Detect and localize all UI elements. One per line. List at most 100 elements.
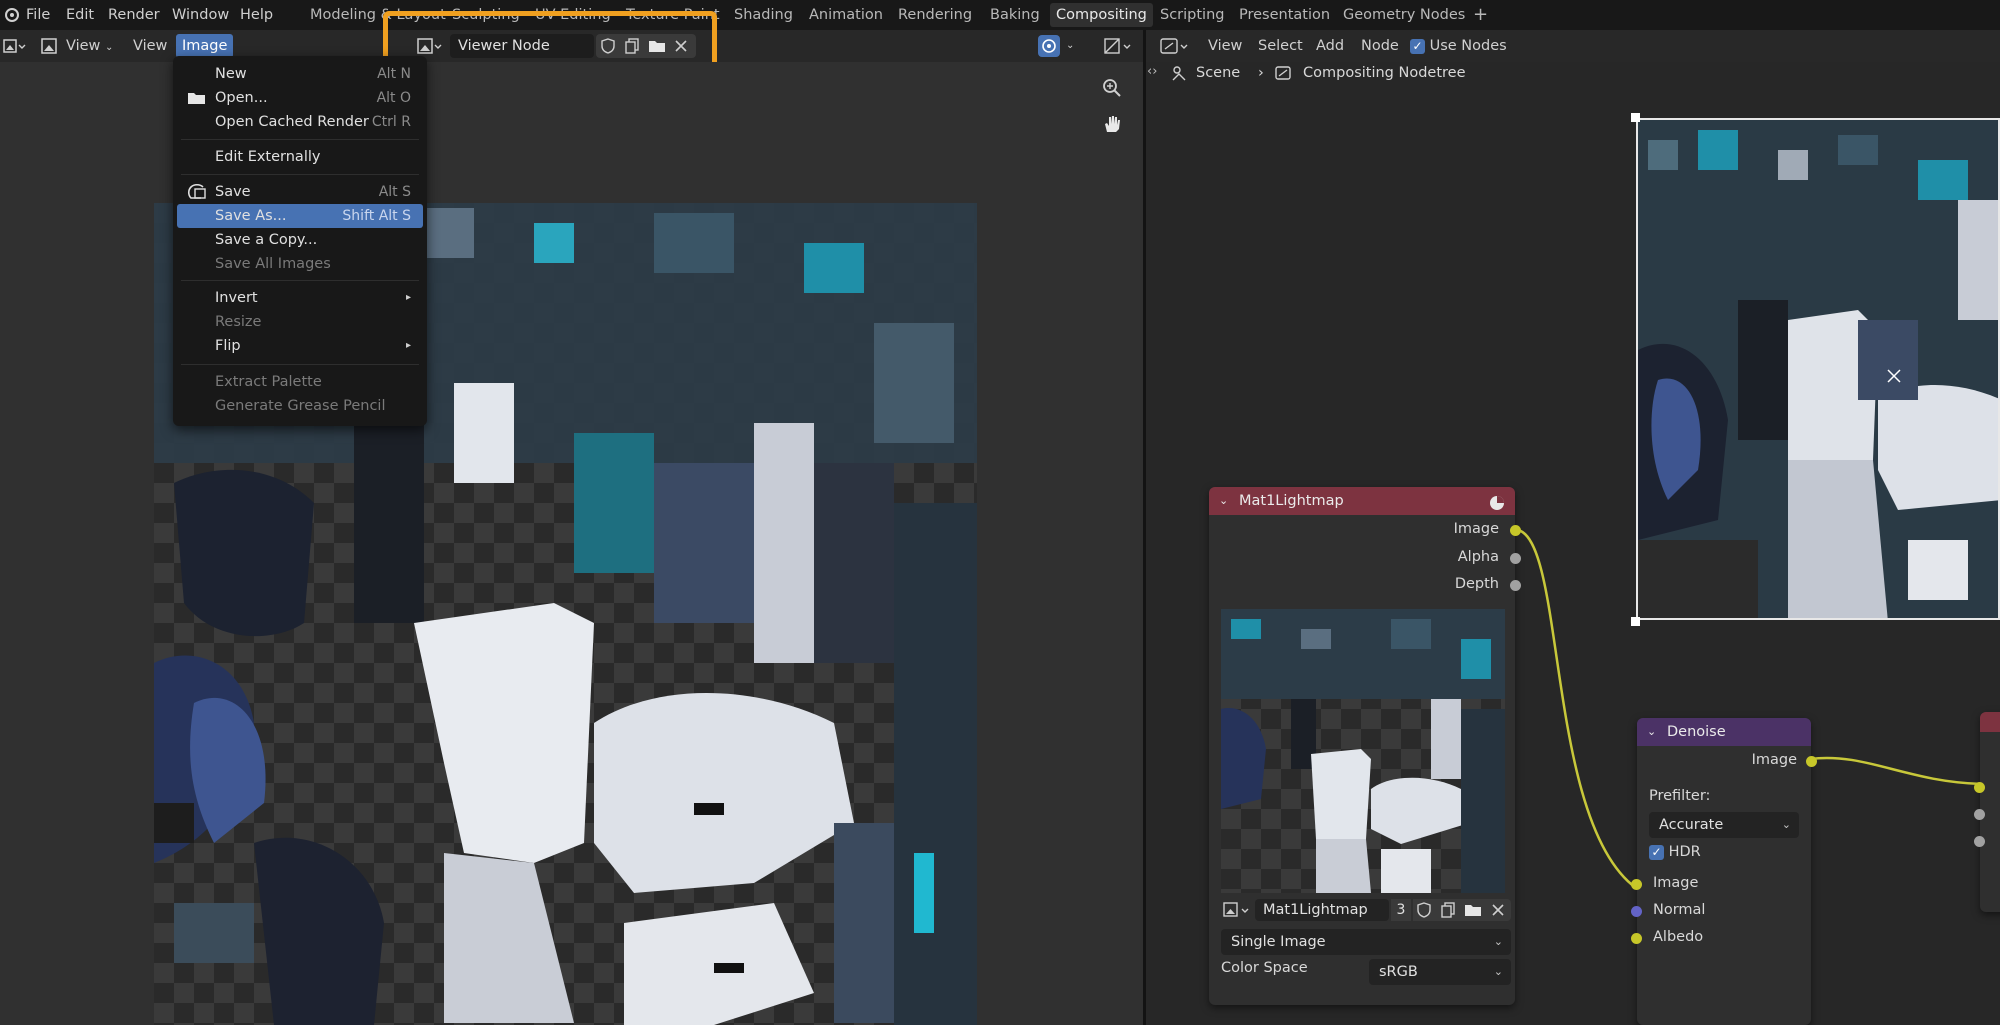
node-node-menu[interactable]: Node <box>1361 34 1399 58</box>
top-bar: File Edit Render Window Help Modeling & … <box>0 0 2000 30</box>
gizmo-toggle-icon[interactable] <box>1038 35 1060 57</box>
menu-separator <box>181 174 419 175</box>
view-menu[interactable]: View <box>133 34 167 58</box>
image-users-count: 3 <box>1391 899 1411 921</box>
prefilter-dropdown[interactable]: Accurate ⌄ <box>1649 812 1799 838</box>
collapse-chevron-icon[interactable]: ⌄ <box>1219 487 1228 515</box>
blender-logo-icon[interactable] <box>4 0 20 30</box>
image-node-header[interactable]: ⌄ Mat1Lightmap <box>1209 487 1515 515</box>
fake-user-shield-icon[interactable] <box>1415 901 1433 923</box>
node-add-menu[interactable]: Add <box>1316 34 1344 58</box>
image-menu-button[interactable]: Image <box>176 34 234 58</box>
pan-hand-icon[interactable] <box>1100 112 1124 140</box>
hdr-checkbox-icon: ✓ <box>1649 844 1664 860</box>
add-workspace-button[interactable]: + <box>1467 3 1494 27</box>
denoise-input-normal-socket[interactable] <box>1631 906 1642 917</box>
partial-node-input-socket[interactable] <box>1974 782 1985 793</box>
tab-compositing[interactable]: Compositing <box>1050 3 1153 27</box>
denoise-node-header[interactable]: ⌄ Denoise <box>1637 718 1811 746</box>
chevron-down-icon: ⌄ <box>1493 935 1503 948</box>
menu-separator <box>181 139 419 140</box>
menu-window[interactable]: Window <box>172 0 229 30</box>
menu-item-save-a-copy[interactable]: Save a Copy... <box>177 228 423 252</box>
menu-item-flip[interactable]: Flip ▸ <box>177 334 423 358</box>
menu-item-generate-grease-pencil: Generate Grease Pencil <box>215 398 386 414</box>
submenu-arrow-icon: ▸ <box>405 340 411 351</box>
menu-item-extract-palette: Extract Palette <box>215 374 322 390</box>
tab-scripting[interactable]: Scripting <box>1154 3 1230 27</box>
zoom-icon[interactable] <box>1100 76 1124 104</box>
denoise-output-image-label: Image <box>1751 752 1797 768</box>
tab-geometry-nodes[interactable]: Geometry Nodes <box>1337 3 1471 27</box>
tab-rendering[interactable]: Rendering <box>892 3 978 27</box>
partial-node-input-socket[interactable] <box>1974 809 1985 820</box>
denoise-node[interactable]: ⌄ Denoise Image Prefilter: Accurate ⌄ ✓ H… <box>1631 718 1817 1025</box>
menu-item-save-all-images: Save All Images <box>215 256 331 272</box>
denoise-input-albedo-socket[interactable] <box>1631 933 1642 944</box>
tab-shading[interactable]: Shading <box>728 3 799 27</box>
image-view-mode-icon[interactable] <box>40 34 58 58</box>
image-browse-icon[interactable] <box>1221 899 1255 925</box>
denoise-input-albedo-label: Albedo <box>1653 929 1704 945</box>
menu-item-invert[interactable]: Invert ▸ <box>177 286 423 310</box>
image-node-preview <box>1221 609 1505 893</box>
image-node[interactable]: ⌄ Mat1Lightmap Image Alpha Depth Mat1Lig… <box>1209 487 1521 1005</box>
image-node-datablock-buttons <box>1413 899 1511 921</box>
partial-node-input-socket[interactable] <box>1974 836 1985 847</box>
chevron-down-icon: ⌄ <box>1781 818 1791 831</box>
material-preview-icon[interactable] <box>1489 493 1505 521</box>
menu-item-edit-externally[interactable]: Edit Externally <box>177 145 423 169</box>
menu-render[interactable]: Render <box>108 0 160 30</box>
color-space-label: Color Space <box>1221 960 1308 976</box>
duplicate-image-icon[interactable] <box>1439 901 1457 923</box>
node-editor-type-icon[interactable] <box>1158 34 1192 58</box>
output-image-label: Image <box>1453 521 1499 537</box>
image-menu-dropdown: New Alt N Open... Alt O Open Cached Render… <box>173 56 427 426</box>
menu-item-save[interactable]: Save Alt S <box>177 180 423 204</box>
image-editor-canvas[interactable] <box>0 62 1143 1025</box>
tab-presentation[interactable]: Presentation <box>1233 3 1336 27</box>
menu-separator <box>181 280 419 281</box>
submenu-arrow-icon: ▸ <box>405 292 411 303</box>
menu-help[interactable]: Help <box>240 0 273 30</box>
tab-animation[interactable]: Animation <box>803 3 889 27</box>
partial-offscreen-node[interactable] <box>1974 712 2000 912</box>
image-source-dropdown[interactable]: Single Image ⌄ <box>1221 929 1511 955</box>
use-nodes-checkbox-icon: ✓ <box>1410 38 1425 54</box>
collapse-chevron-icon[interactable]: ⌄ <box>1647 718 1656 746</box>
menu-item-open-cached-render[interactable]: Open Cached Render Ctrl R <box>177 110 423 134</box>
node-view-menu[interactable]: View <box>1208 34 1242 58</box>
unlink-image-close-icon[interactable] <box>1489 901 1507 923</box>
denoise-node-title: Denoise <box>1667 724 1726 740</box>
output-alpha-socket[interactable] <box>1510 553 1521 564</box>
node-editor-canvas[interactable]: ‹› Scene › Compositing Nodetree ⌄ Mat1Li… <box>1146 62 2000 1025</box>
display-channels-icon[interactable] <box>1102 34 1138 58</box>
menu-edit[interactable]: Edit <box>66 0 94 30</box>
output-image-socket[interactable] <box>1510 525 1521 536</box>
denoise-output-image-socket[interactable] <box>1806 756 1817 767</box>
color-space-dropdown[interactable]: sRGB ⌄ <box>1369 959 1511 985</box>
prefilter-label: Prefilter: <box>1649 788 1711 804</box>
node-select-menu[interactable]: Select <box>1258 34 1303 58</box>
denoise-input-image-label: Image <box>1653 875 1699 891</box>
denoise-input-normal-label: Normal <box>1653 902 1706 918</box>
chevron-down-icon: ⌄ <box>1493 965 1503 978</box>
menu-file[interactable]: File <box>26 0 50 30</box>
menu-item-new[interactable]: New Alt N <box>177 62 423 86</box>
output-depth-socket[interactable] <box>1510 580 1521 591</box>
partial-node-header <box>1980 712 2000 732</box>
menu-item-save-as[interactable]: Save As... Shift Alt S <box>177 204 423 228</box>
hdr-checkbox[interactable]: ✓ HDR <box>1649 844 1701 860</box>
open-image-folder-icon[interactable] <box>1463 901 1483 923</box>
denoise-input-image-socket[interactable] <box>1631 879 1642 890</box>
use-nodes-toggle[interactable]: ✓ Use Nodes <box>1410 34 1507 58</box>
menu-item-open[interactable]: Open... Alt O <box>177 86 423 110</box>
tab-baking[interactable]: Baking <box>984 3 1046 27</box>
image-node-name-field[interactable]: Mat1Lightmap <box>1255 899 1389 921</box>
gizmo-options-chevron-icon[interactable]: ⌄ <box>1066 34 1074 58</box>
editor-type-icon[interactable] <box>2 34 28 58</box>
output-depth-label: Depth <box>1454 576 1499 592</box>
image-node-title: Mat1Lightmap <box>1239 493 1344 509</box>
view-mode-dropdown[interactable]: View ⌄ <box>66 34 113 58</box>
output-alpha-label: Alpha <box>1457 549 1499 565</box>
